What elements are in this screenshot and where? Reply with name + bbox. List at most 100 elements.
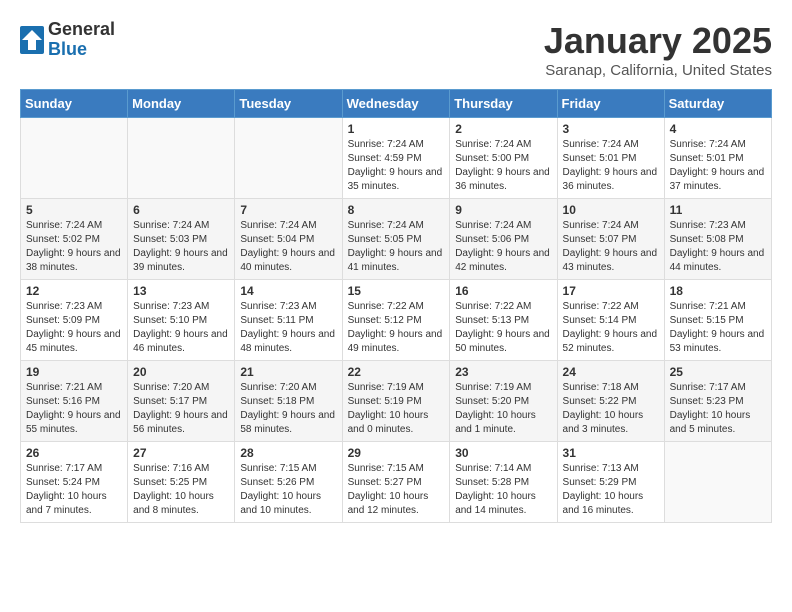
day-info: Sunrise: 7:21 AM Sunset: 5:15 PM Dayligh…	[670, 300, 766, 356]
day-info: Sunrise: 7:19 AM Sunset: 5:20 PM Dayligh…	[455, 381, 551, 437]
day-number: 10	[563, 203, 659, 217]
calendar-week-row: 12Sunrise: 7:23 AM Sunset: 5:09 PM Dayli…	[21, 280, 772, 361]
calendar-cell: 3 Sunrise: 7:24 AM Sunset: 5:01 PM Daylig…	[557, 118, 664, 199]
calendar-cell: 16 Sunrise: 7:22 AM Sunset: 5:13 PM Dayli…	[450, 280, 557, 361]
calendar-cell: 20Sunrise: 7:20 AM Sunset: 5:17 PM Dayli…	[128, 361, 235, 442]
day-info: Sunrise: 7:23 AM Sunset: 5:10 PM Dayligh…	[133, 300, 229, 356]
calendar-cell: 26Sunrise: 7:17 AM Sunset: 5:24 PM Dayli…	[21, 442, 128, 523]
day-number: 29	[348, 446, 445, 460]
day-number: 2	[455, 122, 551, 136]
weekday-header: Friday	[557, 90, 664, 118]
day-info: Sunrise: 7:24 AM Sunset: 5:03 PM Dayligh…	[133, 219, 229, 275]
day-number: 14	[240, 284, 336, 298]
calendar-table: SundayMondayTuesdayWednesdayThursdayFrid…	[20, 89, 772, 523]
weekday-header: Monday	[128, 90, 235, 118]
day-info: Sunrise: 7:22 AM Sunset: 5:14 PM Dayligh…	[563, 300, 659, 356]
day-number: 19	[26, 365, 122, 379]
calendar-cell: 11 Sunrise: 7:23 AM Sunset: 5:08 PM Dayli…	[664, 199, 771, 280]
calendar-cell: 12Sunrise: 7:23 AM Sunset: 5:09 PM Dayli…	[21, 280, 128, 361]
calendar-cell	[128, 118, 235, 199]
day-number: 23	[455, 365, 551, 379]
logo-general: General	[48, 20, 115, 40]
day-info: Sunrise: 7:18 AM Sunset: 5:22 PM Dayligh…	[563, 381, 659, 437]
day-number: 3	[563, 122, 659, 136]
day-info: Sunrise: 7:24 AM Sunset: 5:06 PM Dayligh…	[455, 219, 551, 275]
day-number: 16	[455, 284, 551, 298]
day-number: 22	[348, 365, 445, 379]
location: Saranap, California, United States	[544, 62, 772, 79]
day-number: 6	[133, 203, 229, 217]
day-number: 4	[670, 122, 766, 136]
day-info: Sunrise: 7:23 AM Sunset: 5:11 PM Dayligh…	[240, 300, 336, 356]
day-number: 13	[133, 284, 229, 298]
calendar-cell: 22 Sunrise: 7:19 AM Sunset: 5:19 PM Dayli…	[342, 361, 450, 442]
day-number: 17	[563, 284, 659, 298]
day-info: Sunrise: 7:20 AM Sunset: 5:18 PM Dayligh…	[240, 381, 336, 437]
day-number: 18	[670, 284, 766, 298]
day-number: 12	[26, 284, 122, 298]
day-info: Sunrise: 7:24 AM Sunset: 5:05 PM Dayligh…	[348, 219, 445, 275]
calendar-cell: 14 Sunrise: 7:23 AM Sunset: 5:11 PM Dayli…	[235, 280, 342, 361]
day-number: 27	[133, 446, 229, 460]
calendar-cell: 17 Sunrise: 7:22 AM Sunset: 5:14 PM Dayli…	[557, 280, 664, 361]
weekday-header-row: SundayMondayTuesdayWednesdayThursdayFrid…	[21, 90, 772, 118]
calendar-cell: 5Sunrise: 7:24 AM Sunset: 5:02 PM Daylig…	[21, 199, 128, 280]
day-info: Sunrise: 7:24 AM Sunset: 5:04 PM Dayligh…	[240, 219, 336, 275]
day-number: 24	[563, 365, 659, 379]
calendar-cell: 2 Sunrise: 7:24 AM Sunset: 5:00 PM Daylig…	[450, 118, 557, 199]
calendar-cell: 27 Sunrise: 7:16 AM Sunset: 5:25 PM Dayli…	[128, 442, 235, 523]
day-info: Sunrise: 7:24 AM Sunset: 5:02 PM Dayligh…	[26, 219, 122, 275]
calendar-cell: 28 Sunrise: 7:15 AM Sunset: 5:26 PM Dayli…	[235, 442, 342, 523]
weekday-header: Sunday	[21, 90, 128, 118]
calendar-cell: 8 Sunrise: 7:24 AM Sunset: 5:05 PM Daylig…	[342, 199, 450, 280]
day-number: 9	[455, 203, 551, 217]
day-info: Sunrise: 7:24 AM Sunset: 5:01 PM Dayligh…	[670, 138, 766, 194]
day-info: Sunrise: 7:24 AM Sunset: 5:00 PM Dayligh…	[455, 138, 551, 194]
day-number: 31	[563, 446, 659, 460]
calendar-cell: 4 Sunrise: 7:24 AM Sunset: 5:01 PM Daylig…	[664, 118, 771, 199]
logo-icon	[20, 26, 44, 54]
day-info: Sunrise: 7:24 AM Sunset: 5:01 PM Dayligh…	[563, 138, 659, 194]
day-info: Sunrise: 7:22 AM Sunset: 5:13 PM Dayligh…	[455, 300, 551, 356]
calendar-cell: 21 Sunrise: 7:20 AM Sunset: 5:18 PM Dayli…	[235, 361, 342, 442]
calendar-cell: 13 Sunrise: 7:23 AM Sunset: 5:10 PM Dayli…	[128, 280, 235, 361]
logo-blue: Blue	[48, 40, 115, 60]
day-info: Sunrise: 7:21 AM Sunset: 5:16 PM Dayligh…	[26, 381, 122, 437]
day-number: 7	[240, 203, 336, 217]
calendar-cell: 7 Sunrise: 7:24 AM Sunset: 5:04 PM Daylig…	[235, 199, 342, 280]
logo: General Blue	[20, 20, 115, 60]
calendar-cell: 15Sunrise: 7:22 AM Sunset: 5:12 PM Dayli…	[342, 280, 450, 361]
calendar-cell: 1Sunrise: 7:24 AM Sunset: 4:59 PM Daylig…	[342, 118, 450, 199]
day-number: 8	[348, 203, 445, 217]
day-info: Sunrise: 7:15 AM Sunset: 5:26 PM Dayligh…	[240, 462, 336, 518]
day-number: 11	[670, 203, 766, 217]
day-info: Sunrise: 7:17 AM Sunset: 5:23 PM Dayligh…	[670, 381, 766, 437]
weekday-header: Tuesday	[235, 90, 342, 118]
calendar-cell	[664, 442, 771, 523]
calendar-cell: 10 Sunrise: 7:24 AM Sunset: 5:07 PM Dayli…	[557, 199, 664, 280]
calendar-cell: 19 Sunrise: 7:21 AM Sunset: 5:16 PM Dayli…	[21, 361, 128, 442]
day-number: 21	[240, 365, 336, 379]
calendar-cell: 30Sunrise: 7:14 AM Sunset: 5:28 PM Dayli…	[450, 442, 557, 523]
day-number: 25	[670, 365, 766, 379]
title-block: January 2025 Saranap, California, United…	[544, 20, 772, 79]
calendar-cell: 29 Sunrise: 7:15 AM Sunset: 5:27 PM Dayli…	[342, 442, 450, 523]
day-info: Sunrise: 7:16 AM Sunset: 5:25 PM Dayligh…	[133, 462, 229, 518]
day-info: Sunrise: 7:20 AM Sunset: 5:17 PM Dayligh…	[133, 381, 229, 437]
calendar-cell: 25 Sunrise: 7:17 AM Sunset: 5:23 PM Dayli…	[664, 361, 771, 442]
day-info: Sunrise: 7:17 AM Sunset: 5:24 PM Dayligh…	[26, 462, 122, 518]
calendar-cell	[235, 118, 342, 199]
calendar-cell: 23 Sunrise: 7:19 AM Sunset: 5:20 PM Dayli…	[450, 361, 557, 442]
day-number: 30	[455, 446, 551, 460]
day-info: Sunrise: 7:19 AM Sunset: 5:19 PM Dayligh…	[348, 381, 445, 437]
calendar-cell	[21, 118, 128, 199]
day-number: 28	[240, 446, 336, 460]
day-info: Sunrise: 7:24 AM Sunset: 5:07 PM Dayligh…	[563, 219, 659, 275]
day-info: Sunrise: 7:15 AM Sunset: 5:27 PM Dayligh…	[348, 462, 445, 518]
weekday-header: Thursday	[450, 90, 557, 118]
calendar-cell: 9 Sunrise: 7:24 AM Sunset: 5:06 PM Daylig…	[450, 199, 557, 280]
calendar-cell: 31Sunrise: 7:13 AM Sunset: 5:29 PM Dayli…	[557, 442, 664, 523]
month-title: January 2025	[544, 20, 772, 62]
day-info: Sunrise: 7:23 AM Sunset: 5:08 PM Dayligh…	[670, 219, 766, 275]
day-number: 15	[348, 284, 445, 298]
